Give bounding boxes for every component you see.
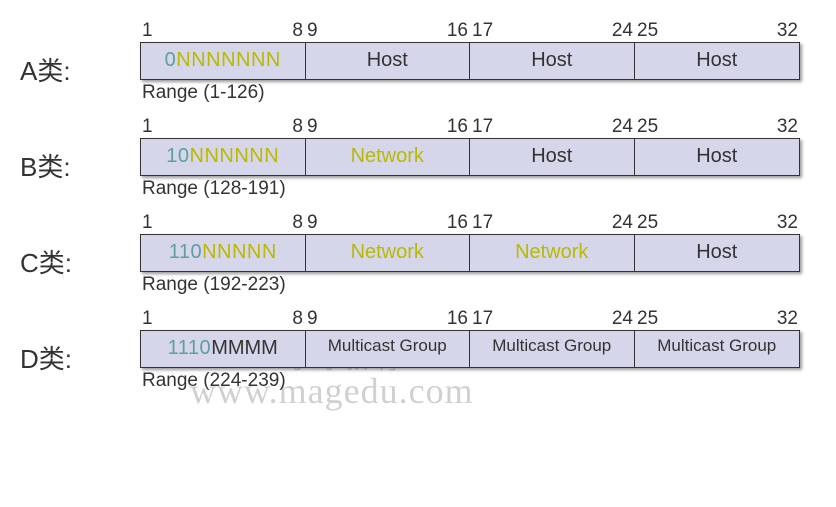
class-c-octets: 110NNNNN Network Network Host bbox=[140, 234, 800, 272]
bit-17: 17 bbox=[472, 308, 493, 330]
class-a-block: 1 8 9 16 17 24 25 32 0NNNNNNN Host Host Host… bbox=[140, 20, 800, 104]
class-b-label: B类: bbox=[20, 133, 140, 184]
class-b-row: B类: 1 8 9 16 17 24 25 32 10NNNNNN Network Ho… bbox=[20, 116, 816, 200]
class-a-prefix: 0 bbox=[165, 49, 177, 71]
bit-17: 17 bbox=[472, 116, 493, 138]
bit-1: 1 bbox=[142, 308, 153, 330]
class-d-octets: 1110MMMM Multicast Group Multicast Group… bbox=[140, 330, 800, 368]
class-d-row: D类: 1 8 9 16 17 24 25 32 1110MMMM Multicast … bbox=[20, 308, 816, 392]
bit-9: 9 bbox=[307, 20, 318, 42]
class-a-octets: 0NNNNNNN Host Host Host bbox=[140, 42, 800, 80]
class-b-range: Range (128-191) bbox=[140, 176, 800, 200]
bit-24: 24 bbox=[612, 308, 633, 330]
class-a-oct3: Host bbox=[470, 43, 635, 79]
bit-32: 32 bbox=[777, 308, 798, 330]
class-d-prefix: 1110 bbox=[168, 337, 212, 359]
bit-16: 16 bbox=[447, 116, 468, 138]
bit-8: 8 bbox=[292, 20, 303, 42]
bit-25: 25 bbox=[637, 116, 658, 138]
bit-1: 1 bbox=[142, 20, 153, 42]
class-c-oct2: Network bbox=[306, 235, 471, 271]
class-c-oct1: 110NNNNN bbox=[141, 235, 306, 271]
bit-17: 17 bbox=[472, 212, 493, 234]
bit-24: 24 bbox=[612, 116, 633, 138]
bit-24: 24 bbox=[612, 212, 633, 234]
bit-ruler: 1 8 9 16 17 24 25 32 bbox=[140, 20, 800, 42]
class-b-oct3: Host bbox=[470, 139, 635, 175]
bit-9: 9 bbox=[307, 116, 318, 138]
class-c-netbits: NNNNN bbox=[202, 241, 277, 263]
class-c-label: C类: bbox=[20, 229, 140, 280]
class-b-oct1: 10NNNNNN bbox=[141, 139, 306, 175]
bit-9: 9 bbox=[307, 308, 318, 330]
class-d-block: 1 8 9 16 17 24 25 32 1110MMMM Multicast Grou… bbox=[140, 308, 800, 392]
class-a-oct4: Host bbox=[635, 43, 800, 79]
bit-32: 32 bbox=[777, 20, 798, 42]
class-d-mbits: MMMM bbox=[211, 337, 278, 359]
bit-25: 25 bbox=[637, 212, 658, 234]
bit-25: 25 bbox=[637, 20, 658, 42]
bit-32: 32 bbox=[777, 212, 798, 234]
bit-8: 8 bbox=[292, 308, 303, 330]
bit-32: 32 bbox=[777, 116, 798, 138]
class-a-range: Range (1-126) bbox=[140, 80, 800, 104]
class-b-oct4: Host bbox=[635, 139, 800, 175]
class-b-oct2: Network bbox=[306, 139, 471, 175]
bit-1: 1 bbox=[142, 212, 153, 234]
class-a-netbits: NNNNNNN bbox=[176, 49, 281, 71]
class-c-oct4: Host bbox=[635, 235, 800, 271]
class-b-prefix: 10 bbox=[166, 145, 189, 167]
class-c-row: C类: 1 8 9 16 17 24 25 32 110NNNNN Network Ne… bbox=[20, 212, 816, 296]
bit-17: 17 bbox=[472, 20, 493, 42]
class-d-range: Range (224-239) bbox=[140, 368, 800, 392]
class-d-label: D类: bbox=[20, 325, 140, 376]
class-a-oct2: Host bbox=[306, 43, 471, 79]
bit-1: 1 bbox=[142, 116, 153, 138]
bit-24: 24 bbox=[612, 20, 633, 42]
class-c-range: Range (192-223) bbox=[140, 272, 800, 296]
bit-16: 16 bbox=[447, 212, 468, 234]
class-a-row: A类: 1 8 9 16 17 24 25 32 0NNNNNNN Host Host … bbox=[20, 20, 816, 104]
class-c-prefix: 110 bbox=[169, 241, 202, 263]
class-a-oct1: 0NNNNNNN bbox=[141, 43, 306, 79]
bit-9: 9 bbox=[307, 212, 318, 234]
bit-ruler: 1 8 9 16 17 24 25 32 bbox=[140, 116, 800, 138]
class-b-netbits: NNNNNN bbox=[190, 145, 280, 167]
bit-16: 16 bbox=[447, 20, 468, 42]
class-d-oct4: Multicast Group bbox=[635, 331, 800, 367]
class-d-oct2: Multicast Group bbox=[306, 331, 471, 367]
bit-ruler: 1 8 9 16 17 24 25 32 bbox=[140, 308, 800, 330]
class-c-oct3: Network bbox=[470, 235, 635, 271]
class-c-block: 1 8 9 16 17 24 25 32 110NNNNN Network Networ… bbox=[140, 212, 800, 296]
bit-25: 25 bbox=[637, 308, 658, 330]
class-b-block: 1 8 9 16 17 24 25 32 10NNNNNN Network Host H… bbox=[140, 116, 800, 200]
class-a-label: A类: bbox=[20, 37, 140, 88]
bit-8: 8 bbox=[292, 116, 303, 138]
bit-8: 8 bbox=[292, 212, 303, 234]
class-d-oct3: Multicast Group bbox=[470, 331, 635, 367]
class-d-oct1: 1110MMMM bbox=[141, 331, 306, 367]
bit-16: 16 bbox=[447, 308, 468, 330]
class-b-octets: 10NNNNNN Network Host Host bbox=[140, 138, 800, 176]
bit-ruler: 1 8 9 16 17 24 25 32 bbox=[140, 212, 800, 234]
